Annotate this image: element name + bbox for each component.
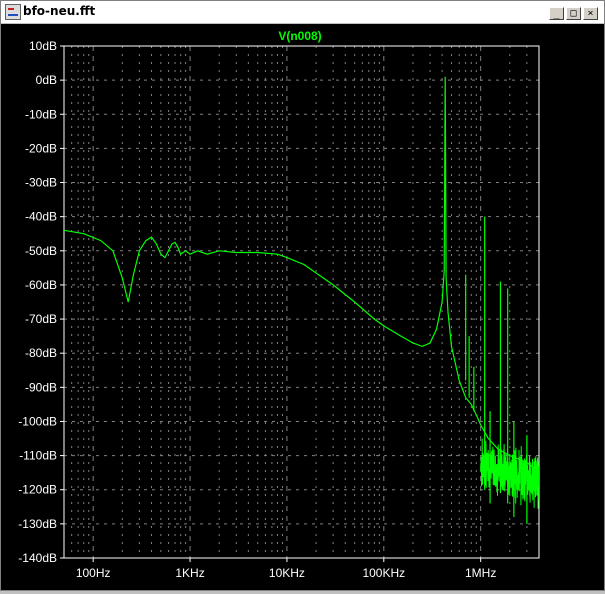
y-tick-label: 10dB (29, 39, 57, 53)
title-bar[interactable]: bfo-neu.fft _ □ × (1, 1, 604, 24)
y-tick-label: -70dB (25, 312, 57, 326)
trace-label[interactable]: V(n008) (278, 29, 321, 43)
waveform-app-icon (5, 4, 21, 20)
y-tick-label: -50dB (25, 244, 57, 258)
x-tick-label: 1MHz (465, 566, 496, 580)
minimize-button[interactable]: _ (549, 7, 564, 20)
fft-chart[interactable]: V(n008) 10dB 0dB -10dB -20dB -30dB -40dB -50dB… (2, 24, 604, 590)
y-tick-label: -30dB (25, 176, 57, 190)
app-window: bfo-neu.fft _ □ × V(n008) 10dB 0dB -10dB -2… (0, 0, 605, 591)
plot-frame (63, 45, 540, 559)
spectrum-trace (64, 76, 539, 474)
grid-layer (63, 45, 540, 559)
x-axis: 100Hz 1KHz 10KHz 100KHz 1MHz (76, 558, 496, 580)
x-tick-label: 1KHz (175, 566, 204, 580)
noise-floor-trace (480, 438, 539, 509)
y-tick-label: -20dB (25, 141, 57, 155)
y-tick-label: -100dB (18, 414, 57, 428)
y-tick-label: -130dB (18, 517, 57, 531)
y-tick-label: -140dB (18, 551, 57, 565)
y-tick-label: -120dB (18, 483, 57, 497)
trace-clip-group (64, 76, 539, 524)
waveform-plot-pane[interactable]: V(n008) 10dB 0dB -10dB -20dB -30dB -40dB -50dB… (2, 24, 604, 590)
trace-layer (64, 76, 539, 524)
y-tick-label: -40dB (25, 210, 57, 224)
close-button[interactable]: × (583, 7, 598, 20)
y-tick-label: -10dB (25, 107, 57, 121)
y-axis: 10dB 0dB -10dB -20dB -30dB -40dB -50dB -60dB -70… (18, 39, 64, 565)
y-tick-label: -90dB (25, 380, 57, 394)
x-tick-label: 10KHz (269, 566, 305, 580)
maximize-button[interactable]: □ (566, 7, 581, 20)
y-tick-label: -110dB (19, 449, 57, 463)
window-title: bfo-neu.fft (23, 4, 96, 18)
x-tick-label: 100Hz (76, 566, 111, 580)
y-tick-label: 0dB (36, 73, 57, 87)
y-tick-label: -60dB (25, 278, 57, 292)
y-tick-label: -80dB (25, 346, 57, 360)
x-tick-label: 100KHz (362, 566, 405, 580)
